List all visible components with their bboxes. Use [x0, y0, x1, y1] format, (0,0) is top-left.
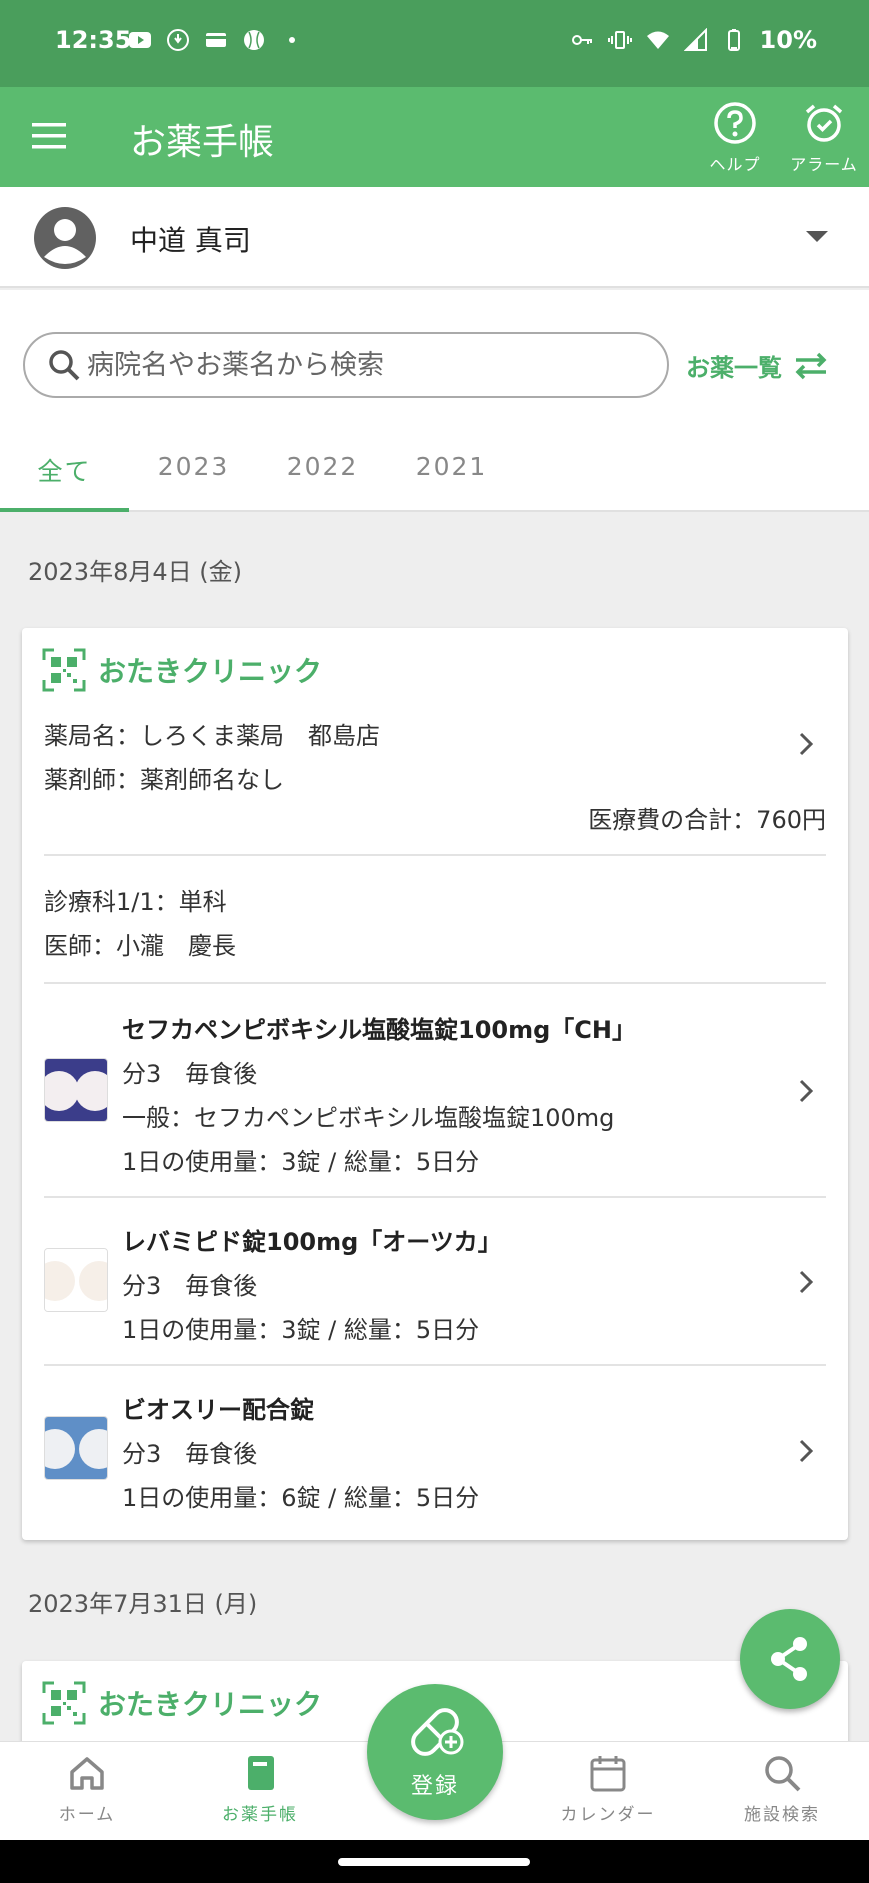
search-box[interactable] [23, 332, 669, 398]
share-icon [771, 1637, 807, 1681]
register-label: 登録 [410, 1774, 459, 1799]
nav-notebook-label: お薬手帳 [222, 1805, 298, 1825]
vpn-key-icon [571, 35, 592, 45]
baseball-icon [244, 30, 264, 50]
user-name: 中道 真司 [130, 224, 251, 257]
alarm-button[interactable]: アラーム [782, 101, 866, 175]
alarm-label: アラーム [790, 155, 858, 174]
nav-calendar[interactable]: カレンダー [543, 1752, 673, 1825]
help-label: ヘルプ [709, 155, 761, 174]
status-time: 12:35 [55, 26, 132, 54]
swap-arrows-icon [795, 352, 827, 379]
home-icon [70, 1757, 104, 1790]
chevron-right-icon[interactable] [798, 1269, 814, 1295]
page-title: お薬手帳 [130, 122, 275, 163]
divider [44, 854, 826, 856]
chevron-right-icon[interactable] [798, 1438, 814, 1464]
medication-generic: 一般：セフカペンピボキシル塩酸塩錠100mg [122, 1104, 615, 1132]
nav-home[interactable]: ホーム [22, 1752, 152, 1825]
medication-usage: 1日の使用量：3錠 / 総量：5日分 [122, 1316, 480, 1344]
user-selector[interactable]: 中道 真司 [0, 187, 869, 288]
chevron-right-icon[interactable] [798, 731, 814, 757]
pill-add-icon [411, 1708, 464, 1756]
battery-percent: 10% [759, 26, 817, 54]
doctor-name: 医師：小瀧 慶長 [44, 932, 236, 960]
date-header: 2023年7月31日 (月) [0, 1562, 869, 1638]
search-icon [49, 350, 80, 381]
signal-icon [683, 28, 707, 51]
date-header: 2023年8月4日 (金) [0, 530, 869, 606]
search-input[interactable] [87, 334, 647, 396]
year-tabs: 全て 2023 2022 2021 [0, 424, 869, 512]
more-dot-icon [289, 37, 295, 43]
medication-name: セフカペンピボキシル塩酸塩錠100mg「CH」 [122, 1016, 636, 1044]
chevron-right-icon[interactable] [798, 1078, 814, 1104]
divider [44, 1196, 826, 1198]
wifi-icon [646, 31, 669, 49]
clinic-header: おたきクリニック [42, 648, 322, 692]
search-icon [765, 1756, 801, 1792]
avatar-icon [34, 207, 96, 269]
record-date: 2023年8月4日 (金) [28, 558, 242, 586]
medication-name: ビオスリー配合錠 [122, 1396, 314, 1424]
nav-facility-search[interactable]: 施設検索 [717, 1752, 847, 1825]
nav-calendar-label: カレンダー [560, 1805, 656, 1825]
help-icon [714, 102, 756, 144]
tab-2021[interactable]: 2021 [387, 452, 516, 481]
app-notification-icon [167, 29, 189, 51]
notebook-icon [248, 1756, 274, 1790]
medication-dosage: 分3 毎食後 [122, 1060, 258, 1088]
menu-icon[interactable] [32, 121, 68, 151]
tab-2022[interactable]: 2022 [258, 452, 387, 481]
medication-dosage: 分3 毎食後 [122, 1272, 258, 1300]
medication-usage: 1日の使用量：3錠 / 総量：5日分 [122, 1148, 480, 1176]
nav-home-label: ホーム [58, 1805, 116, 1825]
record-date: 2023年7月31日 (月) [28, 1590, 258, 1618]
navigation-gesture-bar [0, 1840, 869, 1883]
notification-icons [128, 28, 304, 52]
system-status: 10% [570, 26, 817, 54]
pharmacy-name: 薬局名：しろくま薬局 都島店 [44, 722, 380, 750]
clinic-name: おたきクリニック [98, 655, 323, 688]
nav-notebook[interactable]: お薬手帳 [195, 1752, 325, 1825]
card-icon [206, 33, 226, 47]
medication-usage: 1日の使用量：6錠 / 総量：5日分 [122, 1484, 480, 1512]
clinic-header: おたきクリニック [42, 1681, 322, 1725]
medicine-list-label: お薬一覧 [686, 354, 782, 382]
share-button[interactable] [740, 1609, 840, 1709]
tab-indicator [0, 508, 129, 512]
battery-icon [727, 29, 740, 51]
clinic-name: おたきクリニック [98, 1688, 323, 1721]
register-button[interactable]: 登録 [367, 1684, 503, 1820]
divider [44, 1364, 826, 1366]
status-bar: 12:35 10% [0, 0, 869, 87]
youtube-icon [129, 32, 151, 48]
medication-image [44, 1248, 108, 1312]
dropdown-arrow-icon[interactable] [806, 231, 828, 242]
calendar-icon [590, 1756, 626, 1792]
medication-name: レバミピド錠100mg「オーツカ」 [122, 1228, 502, 1256]
medication-image [44, 1416, 108, 1480]
gesture-handle[interactable] [338, 1858, 530, 1866]
divider [44, 982, 826, 984]
tab-2023[interactable]: 2023 [129, 452, 258, 481]
help-button[interactable]: ヘルプ [700, 101, 770, 175]
prescription-card: おたきクリニック 薬局名：しろくま薬局 都島店 薬剤師：薬剤師名なし 医療費の合… [22, 628, 848, 1540]
department: 診療科1/1：単科 [44, 888, 227, 916]
total-cost: 医療費の合計：760円 [588, 806, 826, 834]
alarm-icon [805, 104, 843, 142]
qr-code-icon [42, 1681, 86, 1725]
pharmacist-name: 薬剤師：薬剤師名なし [44, 766, 284, 794]
search-area: お薬一覧 [0, 290, 869, 424]
medication-dosage: 分3 毎食後 [122, 1440, 258, 1468]
app-bar: お薬手帳 ヘルプ アラーム [0, 87, 869, 187]
qr-code-icon [42, 648, 86, 692]
medication-image [44, 1058, 108, 1122]
medicine-list-link[interactable]: お薬一覧 [686, 348, 830, 383]
vibrate-icon [607, 31, 632, 49]
nav-facility-search-label: 施設検索 [744, 1805, 820, 1825]
tab-all[interactable]: 全て [0, 452, 129, 488]
